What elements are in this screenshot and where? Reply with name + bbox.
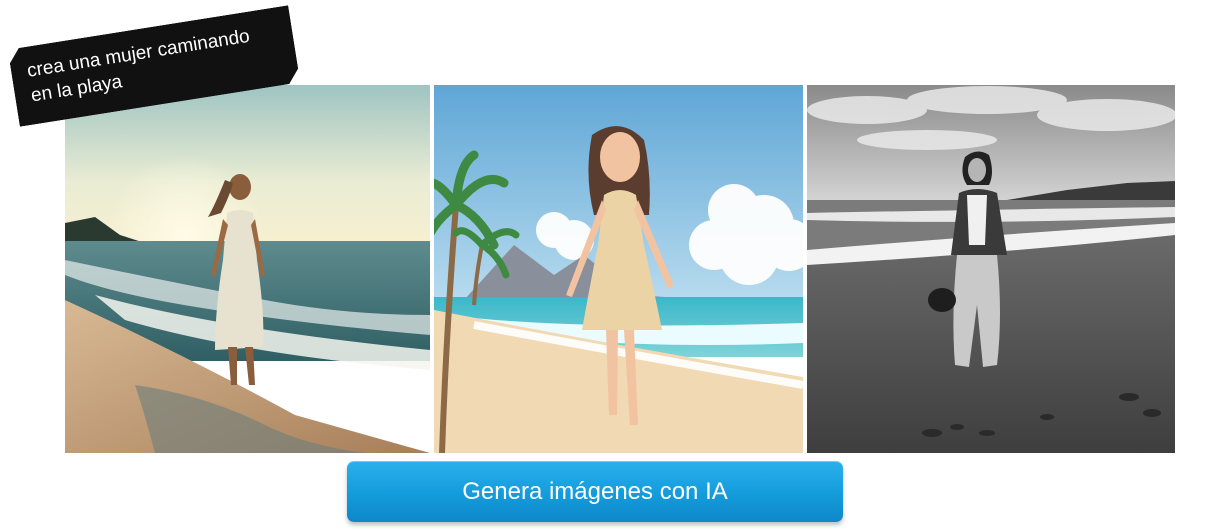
generated-image-bw [807,85,1175,453]
generate-images-button[interactable]: Genera imágenes con IA [347,461,843,522]
generated-image-cartoon [434,85,803,453]
generated-image-photoreal [65,85,430,453]
